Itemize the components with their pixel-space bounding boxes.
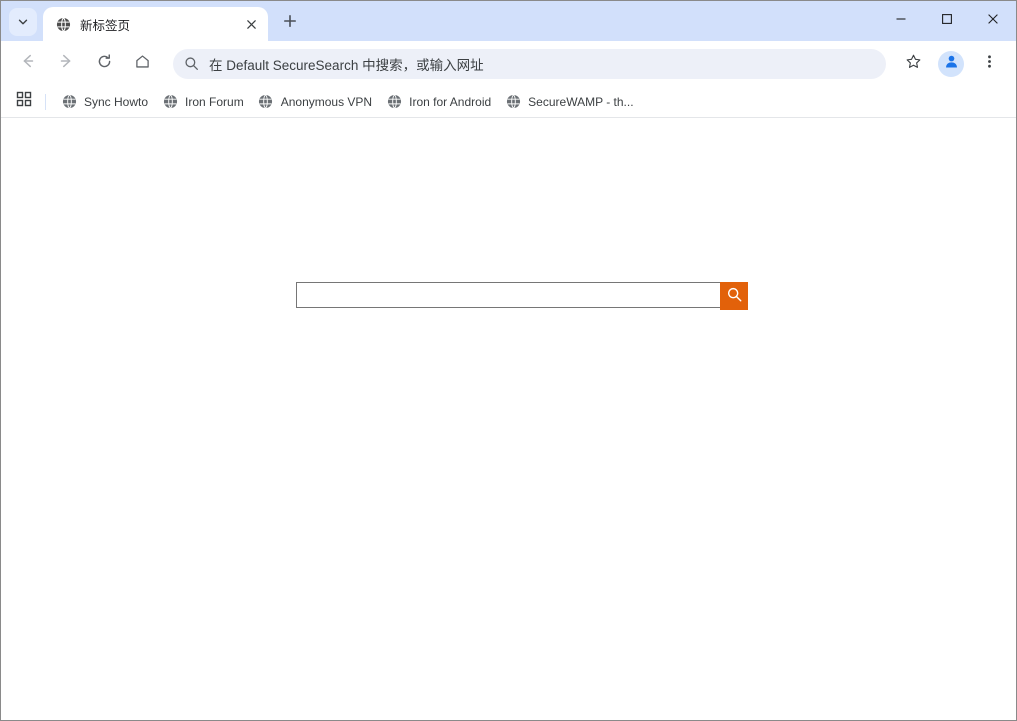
arrow-left-icon — [19, 52, 37, 75]
apps-grid-button[interactable] — [11, 89, 37, 115]
reload-icon — [96, 53, 113, 75]
page-content — [1, 118, 1016, 720]
bookmark-label: Anonymous VPN — [280, 94, 373, 109]
tab-new-tab-page[interactable]: 新标签页 — [43, 7, 268, 41]
maximize-button[interactable] — [924, 1, 970, 41]
star-icon — [905, 53, 922, 75]
avatar-icon — [943, 53, 960, 75]
home-icon — [134, 53, 151, 75]
globe-icon — [386, 94, 402, 110]
arrow-right-icon — [57, 52, 75, 75]
bookmark-item-iron-forum[interactable]: Iron Forum — [155, 90, 251, 114]
page-search-form — [296, 282, 748, 310]
apps-grid-icon — [16, 91, 32, 112]
close-button[interactable] — [970, 1, 1016, 41]
forward-button[interactable] — [51, 49, 81, 79]
browser-menu-button[interactable] — [974, 49, 1004, 79]
minimize-button[interactable] — [878, 1, 924, 41]
maximize-icon — [941, 12, 953, 30]
page-search-input[interactable] — [296, 282, 720, 308]
address-bar[interactable]: 在 Default SecureSearch 中搜索，或输入网址 — [173, 48, 886, 79]
globe-icon — [162, 94, 178, 110]
new-tab-button[interactable] — [276, 9, 304, 37]
bookmark-item-iron-for-android[interactable]: Iron for Android — [379, 90, 498, 114]
search-icon — [726, 286, 743, 306]
bookmark-item-securewamp[interactable]: SecureWAMP - th... — [498, 90, 640, 114]
back-button[interactable] — [13, 49, 43, 79]
page-search-button[interactable] — [720, 282, 748, 310]
plus-icon — [283, 14, 297, 33]
tab-strip: 新标签页 — [1, 1, 1016, 41]
bookmarks-divider — [45, 93, 46, 110]
minimize-icon — [895, 12, 907, 30]
tab-search-button[interactable] — [9, 8, 37, 36]
globe-icon — [55, 16, 71, 32]
reload-button[interactable] — [89, 49, 119, 79]
window-controls — [878, 1, 1016, 41]
address-bar-text: 在 Default SecureSearch 中搜索，或输入网址 — [209, 57, 484, 73]
close-icon — [987, 12, 999, 30]
bookmark-star-button[interactable] — [898, 49, 928, 79]
bookmarks-bar: Sync Howto Iron Forum Anonymous VPN Iron… — [1, 86, 1016, 118]
globe-icon — [61, 94, 77, 110]
home-button[interactable] — [127, 49, 157, 79]
three-dots-icon — [982, 54, 997, 74]
profile-avatar-button[interactable] — [938, 50, 964, 77]
bookmark-label: SecureWAMP - th... — [528, 94, 634, 109]
search-icon — [177, 50, 205, 78]
browser-toolbar: 在 Default SecureSearch 中搜索，或输入网址 — [1, 41, 1016, 86]
globe-icon — [258, 94, 274, 110]
bookmark-label: Sync Howto — [84, 94, 149, 109]
chevron-down-icon — [17, 16, 29, 28]
bookmark-label: Iron for Android — [409, 94, 492, 109]
globe-icon — [505, 94, 521, 110]
bookmark-item-anonymous-vpn[interactable]: Anonymous VPN — [251, 90, 379, 114]
bookmark-item-sync-howto[interactable]: Sync Howto — [54, 90, 155, 114]
tab-close-button[interactable] — [240, 13, 262, 35]
bookmark-label: Iron Forum — [185, 94, 244, 109]
browser-window: 新标签页 在 Default SecureSearch 中搜索，或输入网址 Sy… — [0, 0, 1017, 721]
tab-title: 新标签页 — [80, 18, 131, 33]
